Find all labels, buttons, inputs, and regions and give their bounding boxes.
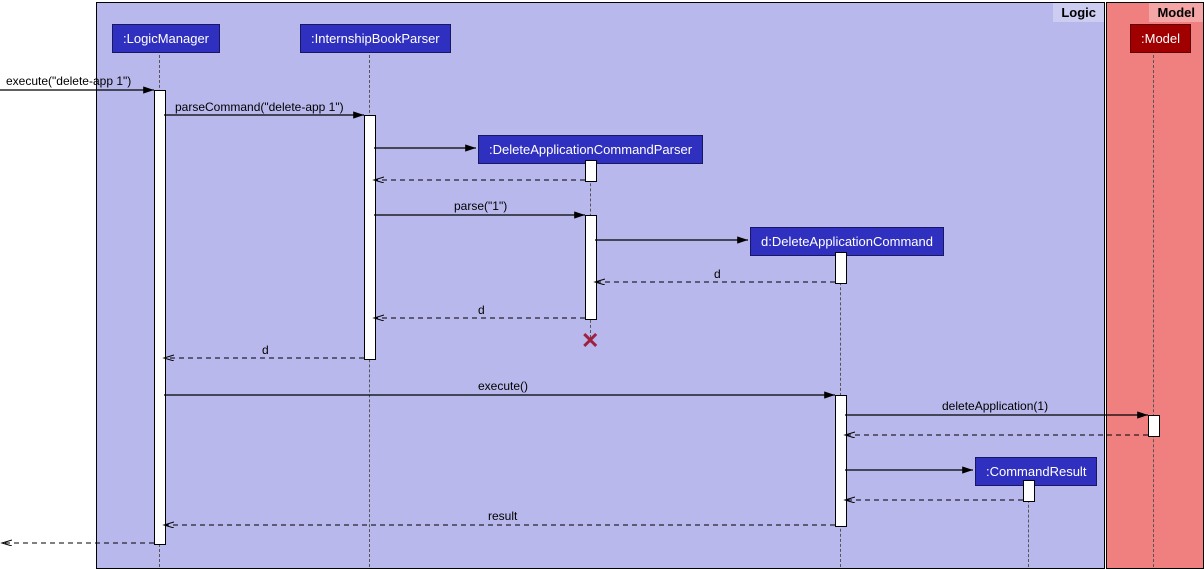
activation-dacparser-1 [585, 160, 597, 182]
activation-dac-2 [835, 395, 847, 527]
msg-parse1: parse("1") [454, 199, 507, 213]
activation-model [1148, 415, 1160, 437]
msg-parsecommand: parseCommand("delete-app 1") [175, 100, 344, 114]
logic-frame: Logic [96, 2, 1105, 569]
participant-ibparser: :InternshipBookParser [300, 24, 451, 53]
activation-dac-1 [835, 252, 847, 284]
msg-d2: d [478, 303, 485, 317]
msg-d1: d [714, 267, 721, 281]
logic-frame-label: Logic [1053, 3, 1104, 22]
activation-commandresult [1023, 480, 1035, 502]
lifeline-model [1153, 50, 1154, 567]
msg-result: result [488, 509, 517, 523]
activation-logicmanager [154, 90, 166, 545]
msg-execute1: execute("delete-app 1") [6, 74, 131, 88]
model-frame-label: Model [1149, 3, 1203, 22]
msg-execute2: execute() [478, 379, 528, 393]
activation-ibparser [364, 115, 376, 360]
participant-model: :Model [1130, 24, 1191, 53]
msg-d3: d [262, 343, 269, 357]
activation-dacparser-2 [585, 215, 597, 320]
participant-commandresult: :CommandResult [975, 457, 1097, 486]
destroy-icon: ✕ [581, 328, 599, 354]
participant-logicmanager: :LogicManager [112, 24, 220, 53]
model-frame: Model [1106, 2, 1204, 569]
msg-deleteapp: deleteApplication(1) [942, 399, 1048, 413]
